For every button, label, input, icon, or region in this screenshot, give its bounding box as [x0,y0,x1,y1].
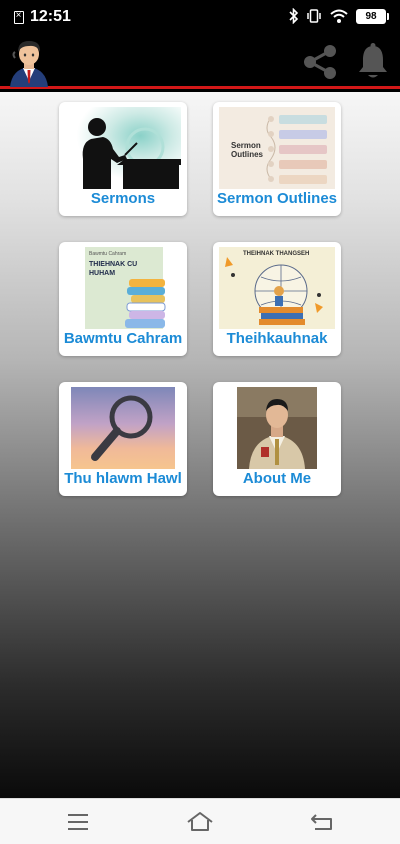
no-sim-icon [14,9,24,24]
battery-indicator: 98 [356,8,389,24]
sermon-outlines-label: Sermon Outlines [216,190,338,207]
sermon-outlines-card[interactable]: Sermon Outlines Sermon Outlines [213,102,341,216]
share-icon[interactable] [300,42,340,82]
bluetooth-icon [289,8,299,24]
theihkauhnak-card[interactable]: THEIHNAK THANGSEH Theihkauhnak [213,242,341,356]
thu-hlawm-hawl-card[interactable]: Thu hlawm Hawl [59,382,187,496]
app-header [0,34,400,89]
book-cover-title-line2: HUHAM [89,270,116,277]
about-me-label: About Me [242,470,312,487]
vibrate-icon [307,9,321,23]
preacher-avatar-icon[interactable] [8,37,50,87]
outline-title-line2: Outlines [231,150,264,159]
bawmtu-cahram-image: Bawmtu Cahram THIEHNAK CU HUHAM [65,247,181,329]
wifi-icon [330,9,348,23]
book-cover-title-line1: THIEHNAK CU [89,261,138,268]
theihkauhnak-image: THEIHNAK THANGSEH [219,247,335,329]
system-nav-bar [0,798,400,844]
book-cover-small-text: Bawmtu Cahram [89,251,127,257]
sermon-outlines-image: Sermon Outlines [219,107,335,189]
outline-title-line1: Sermon [231,141,261,150]
bawmtu-cahram-label: Bawmtu Cahram [63,330,183,347]
bawmtu-cahram-card[interactable]: Bawmtu Cahram THIEHNAK CU HUHAM Bawmtu C… [59,242,187,356]
sermons-card[interactable]: Sermons [59,102,187,216]
bell-icon[interactable] [355,42,391,82]
thu-hlawm-hawl-label: Thu hlawm Hawl [64,470,182,487]
menu-icon[interactable] [63,809,93,835]
status-bar: 12:51 98 [0,0,400,34]
sermons-image [65,107,181,189]
thu-hlawm-hawl-image [65,387,181,469]
about-me-card[interactable]: About Me [213,382,341,496]
status-time: 12:51 [30,8,71,25]
theihkauhnak-label: Theihkauhnak [226,330,328,347]
home-icon[interactable] [185,809,215,835]
about-me-image [219,387,335,469]
sermons-label: Sermons [90,190,156,207]
menu-grid: Sermons Sermon Outlines Sermon Outlines [0,92,400,798]
back-icon[interactable] [307,809,337,835]
